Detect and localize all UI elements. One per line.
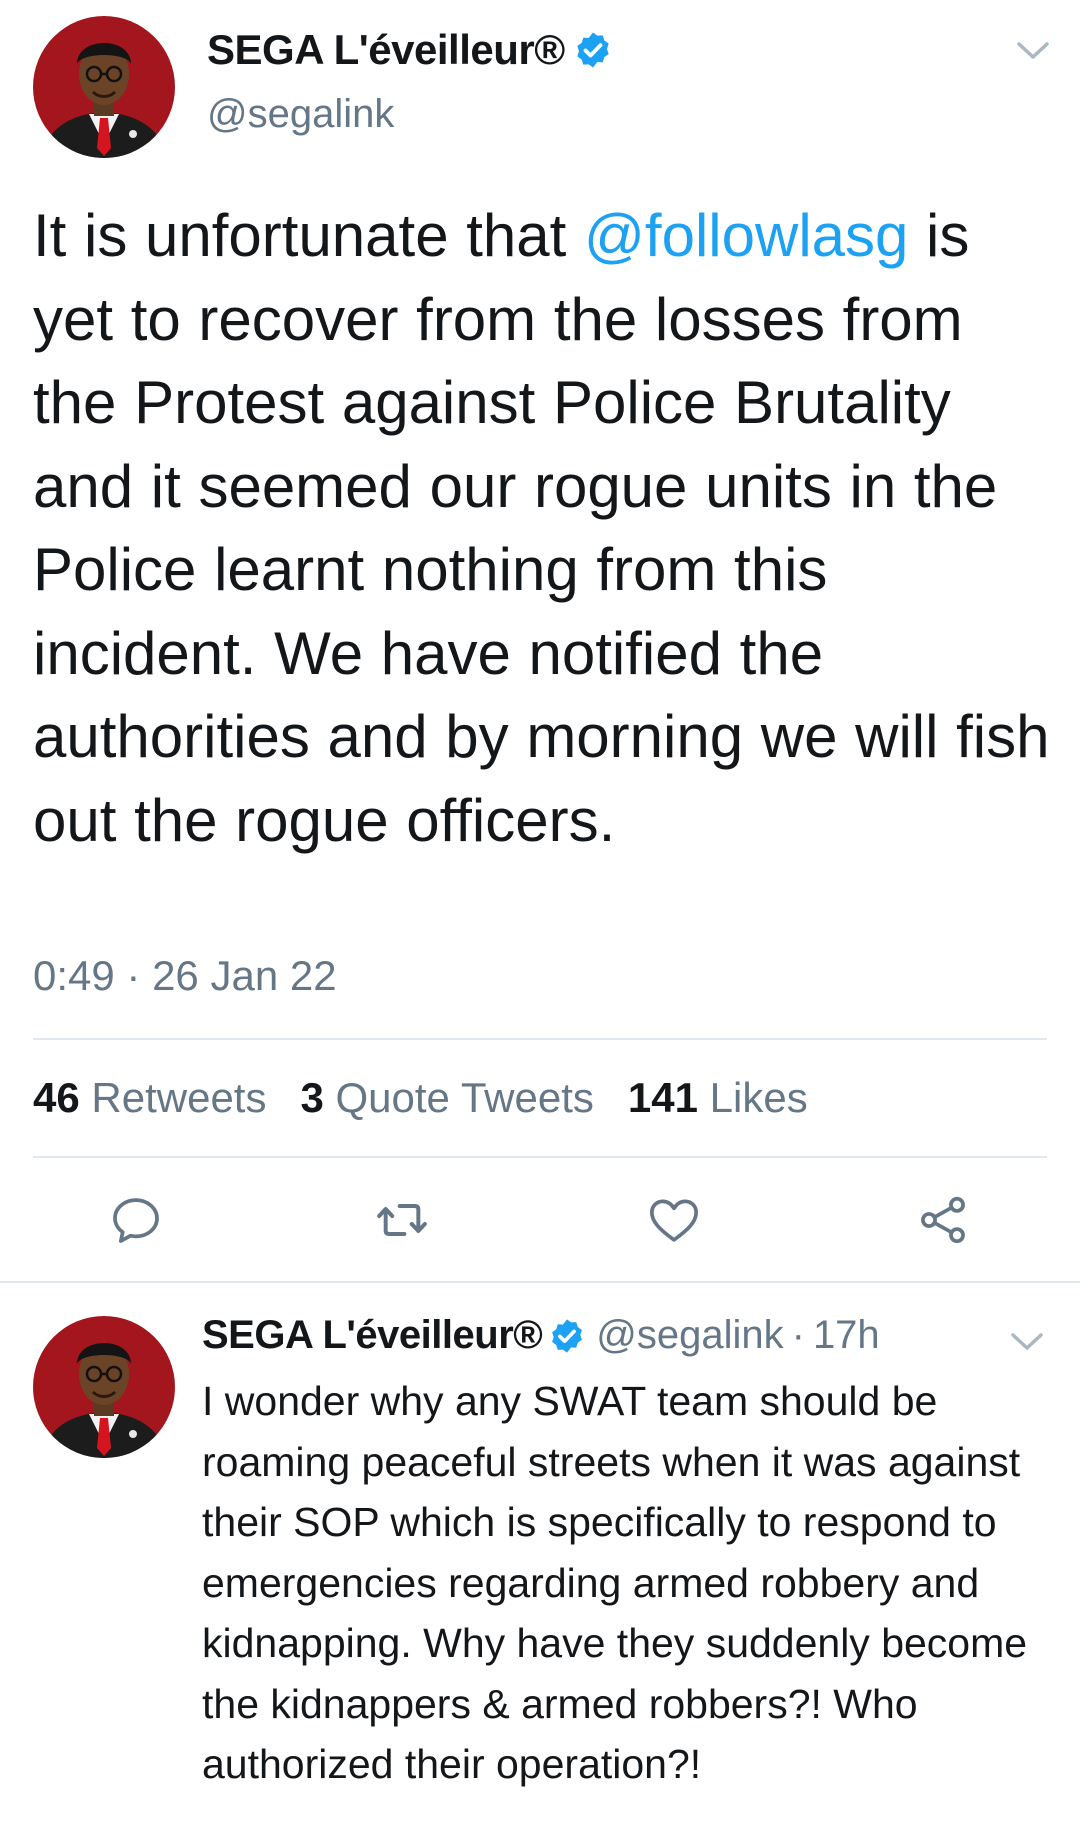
avatar[interactable]: [33, 1316, 175, 1458]
reply-text: I wonder why any SWAT team should be roa…: [202, 1378, 1028, 1787]
tweet-text-suffix: is yet to recover from the losses from t…: [33, 202, 1050, 854]
chevron-down-icon[interactable]: [1013, 36, 1053, 64]
tweet-timestamp[interactable]: 0:49 · 26 Jan 22: [33, 952, 337, 1000]
retweets-count: 46: [33, 1074, 80, 1121]
avatar[interactable]: [33, 16, 175, 158]
main-tweet: SEGA L'éveilleur® @segalink It is unfort…: [0, 0, 1080, 1283]
display-name[interactable]: SEGA L'éveilleur®: [202, 1313, 543, 1358]
handle[interactable]: @segalink: [207, 92, 394, 137]
display-name-text: SEGA L'éveilleur®: [207, 26, 565, 73]
likes-stat[interactable]: 141 Likes: [628, 1074, 808, 1122]
mention-link[interactable]: @followlasg: [584, 202, 908, 269]
quote-tweets-stat[interactable]: 3 Quote Tweets: [300, 1074, 593, 1122]
tweet-text: It is unfortunate that @followlasg is ye…: [33, 194, 1053, 862]
divider: [33, 1038, 1047, 1040]
verified-badge-icon: [577, 32, 609, 68]
reply-timestamp[interactable]: 17h: [813, 1313, 880, 1358]
reply-tweet[interactable]: SEGA L'éveilleur® @segalink · 17h I wond…: [0, 1283, 1080, 1844]
chevron-down-icon[interactable]: [1007, 1327, 1047, 1355]
likes-label: Likes: [709, 1074, 808, 1121]
share-icon[interactable]: [915, 1192, 971, 1248]
tweet-text-prefix: It is unfortunate that: [33, 202, 585, 269]
tweet-stats: 46 Retweets 3 Quote Tweets 141 Likes: [33, 1074, 842, 1122]
separator-dot: ·: [791, 1313, 805, 1357]
like-icon[interactable]: [646, 1192, 702, 1248]
handle[interactable]: @segalink: [596, 1313, 783, 1358]
display-name[interactable]: SEGA L'éveilleur®: [207, 26, 613, 74]
divider: [33, 1156, 1047, 1158]
reply-icon[interactable]: [108, 1192, 164, 1248]
retweets-stat[interactable]: 46 Retweets: [33, 1074, 266, 1122]
retweet-icon[interactable]: [374, 1192, 430, 1248]
quote-tweets-count: 3: [300, 1074, 324, 1121]
reply-header: SEGA L'éveilleur® @segalink · 17h: [202, 1313, 880, 1358]
verified-badge-icon: [552, 1318, 583, 1353]
quote-tweets-label: Quote Tweets: [335, 1074, 594, 1121]
likes-count: 141: [627, 1074, 698, 1121]
retweets-label: Retweets: [91, 1074, 267, 1121]
